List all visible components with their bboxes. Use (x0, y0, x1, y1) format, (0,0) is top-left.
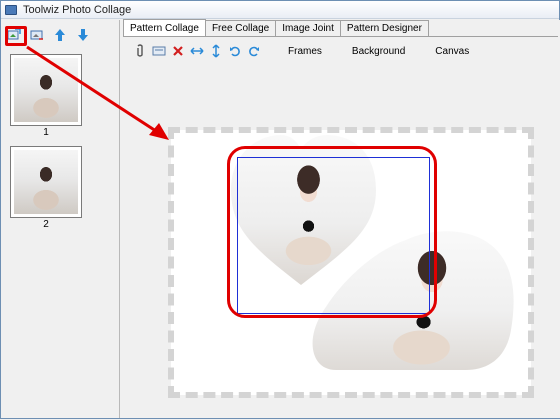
photo-list-panel: 1 2 (1, 20, 120, 418)
canvas-button[interactable]: Canvas (435, 46, 469, 57)
rotate-left-icon (230, 46, 240, 57)
app-window: Toolwiz Photo Collage 1 2 Pattern Collag… (0, 0, 560, 419)
annotation-highlight-box (5, 26, 27, 46)
thumbnail-label: 1 (43, 127, 49, 138)
photo-thumbnail-2[interactable] (10, 146, 82, 218)
tab-pattern-designer[interactable]: Pattern Designer (339, 20, 429, 36)
clip-button[interactable] (133, 44, 147, 58)
collage-photo-1[interactable] (226, 130, 376, 285)
remove-photo-button[interactable] (28, 26, 46, 44)
rotate-right-button[interactable] (247, 44, 261, 58)
move-down-button[interactable] (74, 26, 92, 44)
window-title: Toolwiz Photo Collage (23, 3, 132, 16)
tab-pattern-collage[interactable]: Pattern Collage (123, 19, 206, 36)
tab-divider (123, 36, 558, 37)
card-button[interactable] (152, 44, 166, 58)
card-icon (152, 46, 166, 56)
frames-button[interactable]: Frames (288, 46, 322, 57)
clip-icon (137, 44, 143, 57)
flip-vertical-icon (212, 44, 220, 58)
photo-thumbnail-1[interactable] (10, 54, 82, 126)
thumbnail-image (14, 150, 78, 214)
delete-icon (173, 46, 183, 56)
rotate-left-button[interactable] (228, 44, 242, 58)
rotate-right-icon (249, 46, 259, 57)
collage-toolbar: Frames Background Canvas (133, 42, 469, 60)
move-up-icon (55, 29, 65, 41)
flip-horizontal-button[interactable] (190, 44, 204, 58)
mode-tabs: Pattern Collage Free Collage Image Joint… (123, 19, 429, 36)
flip-horizontal-icon (190, 47, 204, 55)
flip-vertical-button[interactable] (209, 44, 223, 58)
title-bar: Toolwiz Photo Collage (1, 1, 559, 19)
tab-free-collage[interactable]: Free Collage (204, 20, 277, 36)
background-button[interactable]: Background (352, 46, 405, 57)
delete-button[interactable] (171, 44, 185, 58)
remove-photo-icon (30, 30, 43, 40)
move-up-button[interactable] (51, 26, 69, 44)
thumbnail-image (14, 58, 78, 122)
thumbnail-label: 2 (43, 219, 49, 230)
tab-image-joint[interactable]: Image Joint (275, 20, 341, 36)
main-area: Pattern Collage Free Collage Image Joint… (121, 19, 560, 418)
move-down-icon (78, 29, 88, 41)
app-icon (5, 4, 17, 15)
collage-canvas[interactable] (168, 127, 534, 398)
